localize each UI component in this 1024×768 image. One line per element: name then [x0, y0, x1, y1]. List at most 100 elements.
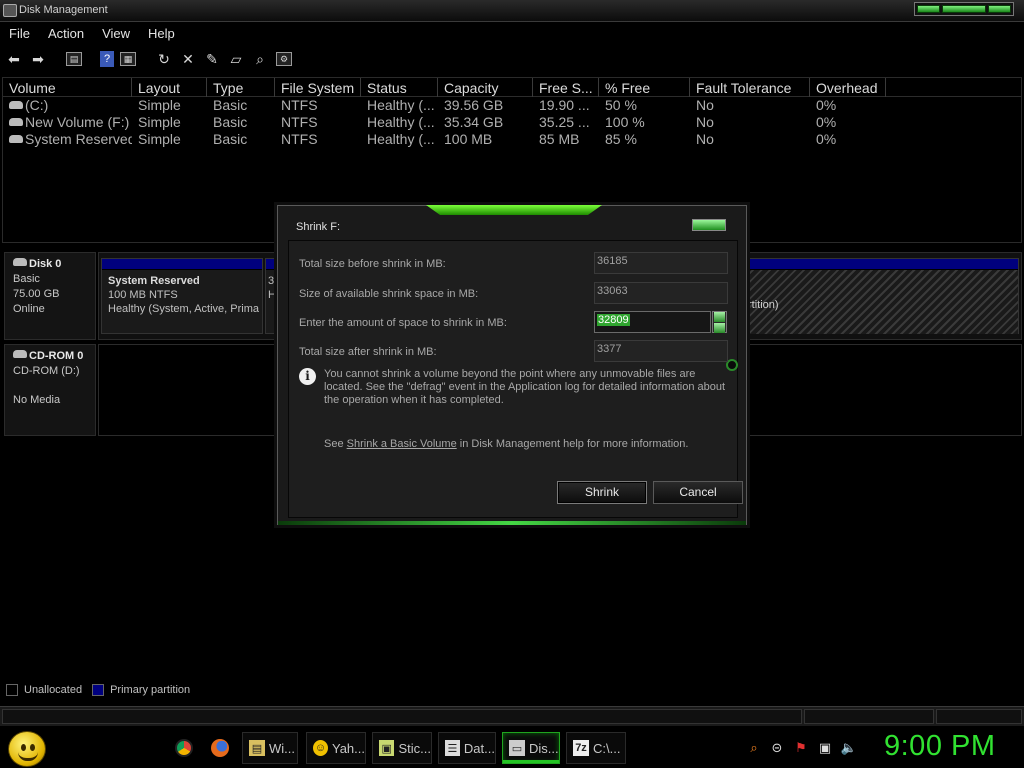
unallocated-swatch	[6, 684, 18, 696]
volume-percent-free: 50 %	[605, 97, 637, 113]
column-capacity[interactable]: Capacity	[438, 78, 533, 97]
volume-row[interactable]: (C:) Simple Basic NTFS Healthy (... 39.5…	[3, 97, 1021, 114]
disk-type: CD-ROM (D:)	[13, 365, 80, 377]
cancel-button[interactable]: Cancel	[653, 481, 743, 504]
minimize-button[interactable]	[917, 5, 940, 13]
delete-icon[interactable]: ✕	[178, 49, 198, 69]
taskbar-task-active[interactable]: ▭ Dis...	[502, 732, 560, 764]
column-status[interactable]: Status	[361, 78, 438, 97]
partition-new-volume-f[interactable]: rtition)	[745, 258, 1019, 334]
partition-system-reserved[interactable]: System Reserved 100 MB NTFS Healthy (Sys…	[101, 258, 263, 334]
close-button[interactable]	[988, 5, 1011, 13]
volume-percent-free: 85 %	[605, 131, 637, 147]
volume-fault-tolerance: No	[696, 97, 714, 113]
volume-fault-tolerance: No	[696, 131, 714, 147]
volume-icon[interactable]: 🔈	[841, 740, 857, 756]
volume-row[interactable]: System Reserved Simple Basic NTFS Health…	[3, 131, 1021, 148]
taskbar-task[interactable]: 7z C:\...	[566, 732, 626, 764]
menu-help[interactable]: Help	[139, 24, 184, 44]
disk-size: 75.00 GB	[13, 288, 60, 300]
dialog-body: Total size before shrink in MB: 36185 Si…	[288, 240, 743, 518]
volume-status: Healthy (...	[367, 131, 435, 147]
cdrom-0-label[interactable]: CD-ROM 0 CD-ROM (D:) No Media	[4, 344, 96, 436]
column-overhead[interactable]: Overhead	[810, 78, 886, 97]
volume-capacity: 35.34 GB	[444, 114, 504, 130]
yahoo-messenger-icon: ☺	[313, 740, 328, 756]
shrink-button[interactable]: Shrink	[557, 481, 647, 504]
window-title: Disk Management	[19, 4, 108, 16]
dialog-title: Shrink F:	[296, 221, 341, 233]
column-volume[interactable]: Volume	[3, 78, 132, 97]
partition-detail: 3	[268, 275, 275, 287]
volume-file-system: NTFS	[281, 97, 318, 113]
volume-icon	[9, 101, 23, 109]
toolbar: ⬅ ➡ ▤ ? ▦ ↻ ✕ ✎ ▱ ⌕ ⚙	[0, 46, 1024, 72]
volume-overhead: 0%	[816, 97, 837, 113]
search-icon[interactable]: ⌕	[746, 740, 762, 756]
action-center-flag-icon[interactable]: ⚑	[793, 740, 809, 756]
column-layout[interactable]: Layout	[132, 78, 207, 97]
column-file-system[interactable]: File System	[275, 78, 361, 97]
column-free-space[interactable]: Free S...	[533, 78, 599, 97]
back-arrow-icon[interactable]: ⬅	[4, 49, 24, 69]
volume-capacity: 39.56 GB	[444, 97, 504, 113]
network-icon[interactable]: ▣	[817, 740, 833, 756]
volume-type: Basic	[213, 131, 248, 147]
disk-0-label[interactable]: Disk 0 Basic 75.00 GB Online	[4, 252, 96, 340]
show-hide-console-icon[interactable]: ▤	[66, 52, 82, 66]
taskbar-task[interactable]: ▤ Wi...	[242, 732, 298, 764]
menu-file[interactable]: File	[0, 24, 39, 44]
column-fault-tolerance[interactable]: Fault Tolerance	[690, 78, 810, 97]
dialog-close-button[interactable]	[692, 219, 726, 231]
taskbar: ▤ Wi... ☺ Yah... ▣ Stic... ☰ Dat... ▭ Dis... …	[0, 729, 1024, 768]
volume-row[interactable]: New Volume (F:) Simple Basic NTFS Health…	[3, 114, 1021, 131]
label-total-before: Total size before shrink in MB:	[299, 258, 446, 270]
settings-icon[interactable]: ⚙	[276, 52, 292, 66]
shrink-amount-input[interactable]: 32809	[594, 311, 711, 333]
clock[interactable]: 9:00 PM	[884, 730, 996, 763]
help-icon[interactable]: ?	[100, 51, 114, 67]
task-label: Dis...	[529, 740, 559, 756]
total-before-field: 36185	[594, 252, 728, 274]
menu-view[interactable]: View	[93, 24, 139, 44]
dialog-bottom-glow	[278, 521, 746, 525]
menu-action[interactable]: Action	[39, 24, 93, 44]
refresh-icon[interactable]: ↻	[154, 49, 174, 69]
taskbar-task[interactable]: ☺ Yah...	[306, 732, 366, 764]
task-label: C:\...	[593, 740, 621, 756]
maximize-button[interactable]	[942, 5, 986, 13]
help-suffix: in Disk Management help for more informa…	[459, 438, 689, 450]
volume-overhead: 0%	[816, 131, 837, 147]
spin-down-button[interactable]	[714, 323, 725, 333]
edit-icon[interactable]: ✎	[202, 49, 222, 69]
column-percent-free[interactable]: % Free	[599, 78, 690, 97]
start-button[interactable]	[8, 731, 46, 767]
column-type[interactable]: Type	[207, 78, 275, 97]
volume-name: (C:)	[25, 97, 49, 113]
help-link[interactable]: Shrink a Basic Volume	[347, 438, 457, 450]
volume-percent-free: 100 %	[605, 114, 645, 130]
open-folder-icon[interactable]: ▱	[226, 49, 246, 69]
taskbar-task[interactable]: ▣ Stic...	[372, 732, 432, 764]
shrink-amount-stepper[interactable]	[712, 311, 727, 333]
label-available-shrink: Size of available shrink space in MB:	[299, 288, 479, 300]
firefox-icon[interactable]	[211, 739, 229, 757]
spin-up-button[interactable]	[714, 312, 725, 322]
volume-status: Healthy (...	[367, 97, 435, 113]
label-shrink-amount: Enter the amount of space to shrink in M…	[299, 317, 507, 329]
properties-icon[interactable]: ▦	[120, 52, 136, 66]
forward-arrow-icon[interactable]: ➡	[28, 49, 48, 69]
window-controls[interactable]	[914, 2, 1014, 16]
volume-layout: Simple	[138, 131, 181, 147]
volume-list-header: Volume Layout Type File System Status Ca…	[3, 78, 1021, 97]
shrink-dialog: Shrink F: Total size before shrink in MB…	[277, 205, 747, 525]
volume-status: Healthy (...	[367, 114, 435, 130]
taskbar-task[interactable]: ☰ Dat...	[438, 732, 496, 764]
minus-circle-icon[interactable]: ⊝	[769, 740, 785, 756]
chrome-icon[interactable]	[175, 739, 193, 757]
total-after-field: 3377	[594, 340, 728, 362]
search-icon[interactable]: ⌕	[250, 49, 270, 69]
volume-free-space: 35.25 ...	[539, 114, 590, 130]
help-prefix: See	[324, 438, 344, 450]
disk-management-icon: ▭	[509, 740, 525, 756]
